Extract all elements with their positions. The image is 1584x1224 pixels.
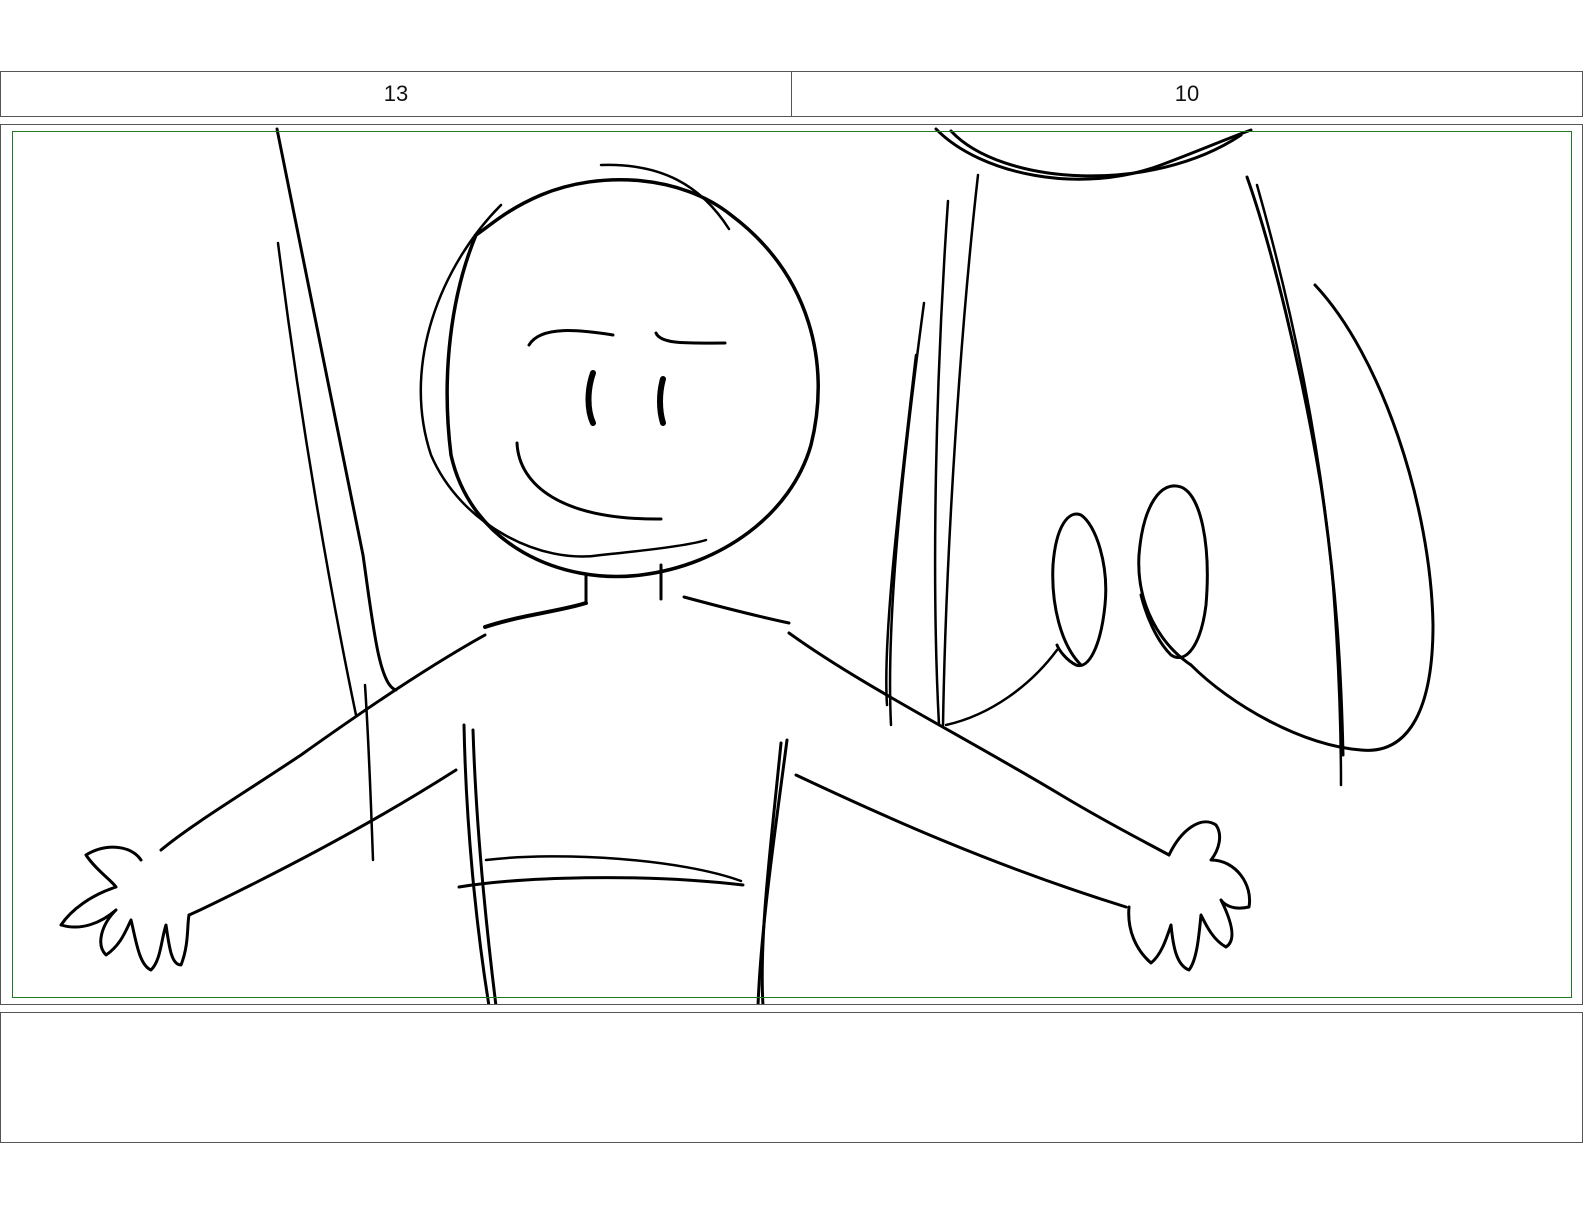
left-pillar-sketch	[275, 127, 398, 862]
character-head-sketch	[419, 163, 820, 579]
panel-number: 10	[791, 72, 1582, 116]
background-creature-sketch	[885, 127, 1435, 787]
panel-notes[interactable]	[0, 1012, 1583, 1143]
storyboard-panel	[0, 124, 1583, 1005]
storyboard-header: 13 10	[0, 71, 1583, 117]
scene-number: 13	[383, 81, 409, 106]
sketch-drawing	[59, 127, 1435, 1004]
character-body-sketch	[159, 563, 1171, 1004]
left-hand-sketch	[59, 845, 191, 972]
